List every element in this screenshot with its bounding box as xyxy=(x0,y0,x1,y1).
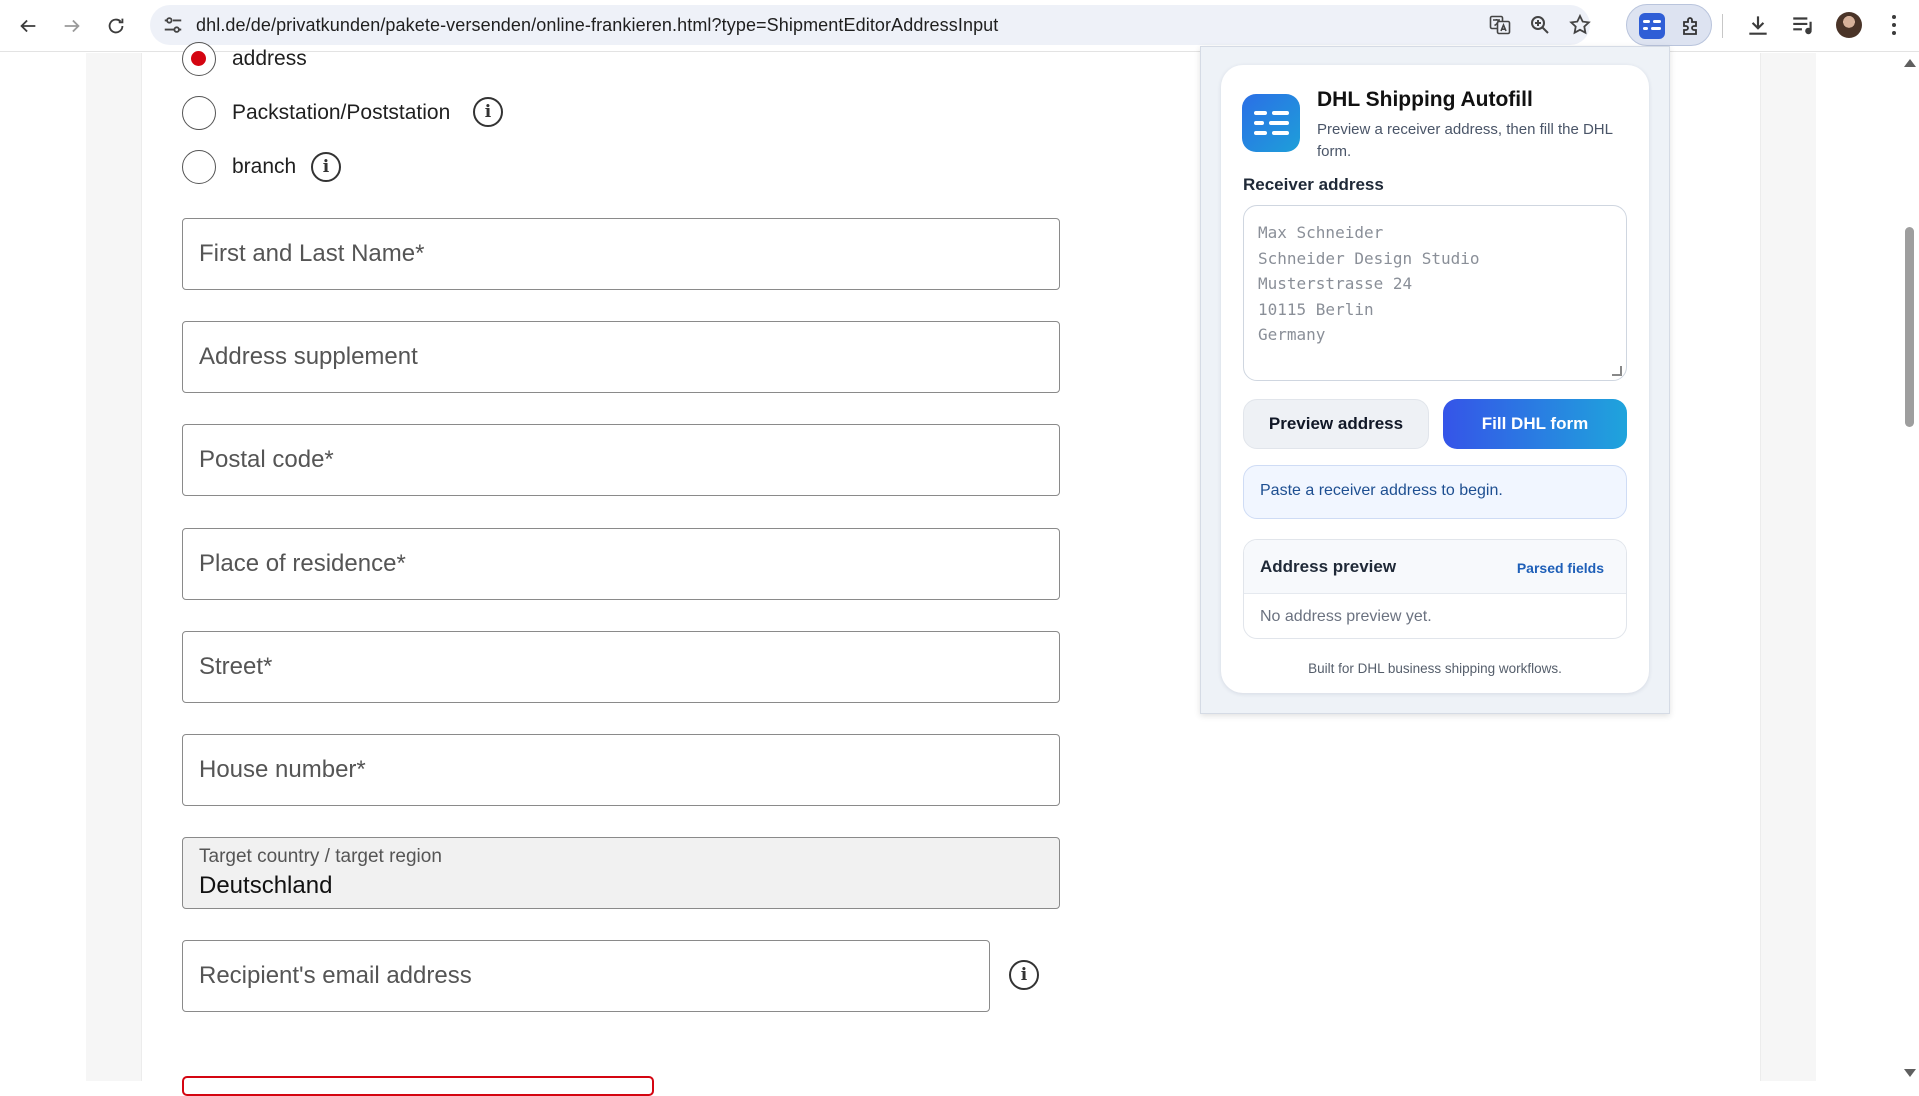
toolbar-divider xyxy=(1722,14,1723,38)
address-supplement-input[interactable] xyxy=(199,322,1039,392)
scroll-down-icon[interactable] xyxy=(1904,1069,1916,1077)
address-preview-empty: No address preview yet. xyxy=(1260,608,1432,625)
profile-avatar[interactable] xyxy=(1836,12,1862,38)
address-preview-panel: Address preview Parsed fields No address… xyxy=(1243,539,1627,639)
app-logo-icon xyxy=(1242,94,1300,152)
page-right-gutter xyxy=(1760,53,1816,1081)
status-message: Paste a receiver address to begin. xyxy=(1243,465,1627,519)
receiver-address-input[interactable] xyxy=(1258,220,1614,370)
house-number-field[interactable] xyxy=(182,734,1060,806)
site-settings-icon[interactable] xyxy=(162,14,184,36)
bookmark-star-icon[interactable] xyxy=(1568,13,1592,37)
more-menu-icon[interactable] xyxy=(1884,12,1904,38)
page-left-gutter xyxy=(86,53,142,1081)
info-icon[interactable]: i xyxy=(473,97,503,127)
country-select-value: Deutschland xyxy=(199,872,333,899)
page-scrollbar[interactable] xyxy=(1900,53,1919,1081)
extension-subtitle: Preview a receiver address, then fill th… xyxy=(1317,121,1613,160)
street-field[interactable] xyxy=(182,631,1060,703)
fill-dhl-form-button[interactable]: Fill DHL form xyxy=(1443,399,1627,449)
parsed-fields-badge: Parsed fields xyxy=(1516,560,1604,576)
radio-branch[interactable] xyxy=(182,150,216,184)
scroll-up-icon[interactable] xyxy=(1904,59,1916,67)
arrow-right-icon xyxy=(64,19,80,33)
radio-packstation-label[interactable]: Packstation/Poststation xyxy=(232,101,450,125)
forward-button[interactable] xyxy=(54,8,90,44)
extensions-chip[interactable] xyxy=(1626,4,1712,46)
zoom-icon[interactable] xyxy=(1528,13,1552,37)
email-field[interactable] xyxy=(182,940,990,1012)
name-field[interactable] xyxy=(182,218,1060,290)
partial-button[interactable] xyxy=(182,1076,654,1096)
address-bar[interactable]: dhl.de/de/privatkunden/pakete-versenden/… xyxy=(150,5,1592,45)
street-input[interactable] xyxy=(199,632,1039,702)
info-icon[interactable]: i xyxy=(1009,960,1039,990)
translate-icon[interactable] xyxy=(1488,13,1512,37)
reload-icon xyxy=(108,18,124,34)
address-supplement-field[interactable] xyxy=(182,321,1060,393)
info-icon[interactable]: i xyxy=(311,152,341,182)
postal-code-field[interactable] xyxy=(182,424,1060,496)
receiver-address-box[interactable] xyxy=(1243,205,1627,381)
country-select-label: Target country / target region xyxy=(199,846,442,867)
preview-address-button[interactable]: Preview address xyxy=(1243,399,1429,449)
scrollbar-thumb[interactable] xyxy=(1905,227,1914,427)
address-preview-header: Address preview Parsed fields xyxy=(1244,540,1626,594)
media-queue-icon[interactable] xyxy=(1790,12,1816,38)
download-icon[interactable] xyxy=(1745,12,1771,38)
extension-footer: Built for DHL business shipping workflow… xyxy=(1308,661,1562,676)
address-preview-title: Address preview xyxy=(1260,557,1397,576)
radio-packstation[interactable] xyxy=(182,96,216,130)
extension-title: DHL Shipping Autofill xyxy=(1317,88,1533,111)
residence-field[interactable] xyxy=(182,528,1060,600)
country-select[interactable]: Target country / target region Deutschla… xyxy=(182,837,1060,909)
dhl-autofill-extension-icon[interactable] xyxy=(1639,13,1665,39)
browser-toolbar: dhl.de/de/privatkunden/pakete-versenden/… xyxy=(0,0,1919,52)
url-text[interactable]: dhl.de/de/privatkunden/pakete-versenden/… xyxy=(196,15,998,36)
extension-card: DHL Shipping Autofill Preview a receiver… xyxy=(1221,65,1649,693)
puzzle-icon[interactable] xyxy=(1679,14,1703,38)
name-input[interactable] xyxy=(199,219,1039,289)
back-button[interactable] xyxy=(10,8,46,44)
radio-branch-label[interactable]: branch xyxy=(232,155,296,179)
arrow-left-icon xyxy=(20,19,36,33)
house-number-input[interactable] xyxy=(199,735,1039,805)
residence-input[interactable] xyxy=(199,529,1039,599)
radio-address[interactable] xyxy=(182,42,216,76)
postal-code-input[interactable] xyxy=(199,425,1039,495)
extension-popup: DHL Shipping Autofill Preview a receiver… xyxy=(1200,46,1670,714)
email-input[interactable] xyxy=(199,941,969,1011)
receiver-address-label: Receiver address xyxy=(1243,175,1384,194)
reload-button[interactable] xyxy=(98,8,134,44)
resize-handle-icon[interactable] xyxy=(1612,366,1622,376)
radio-address-label[interactable]: address xyxy=(232,47,307,71)
